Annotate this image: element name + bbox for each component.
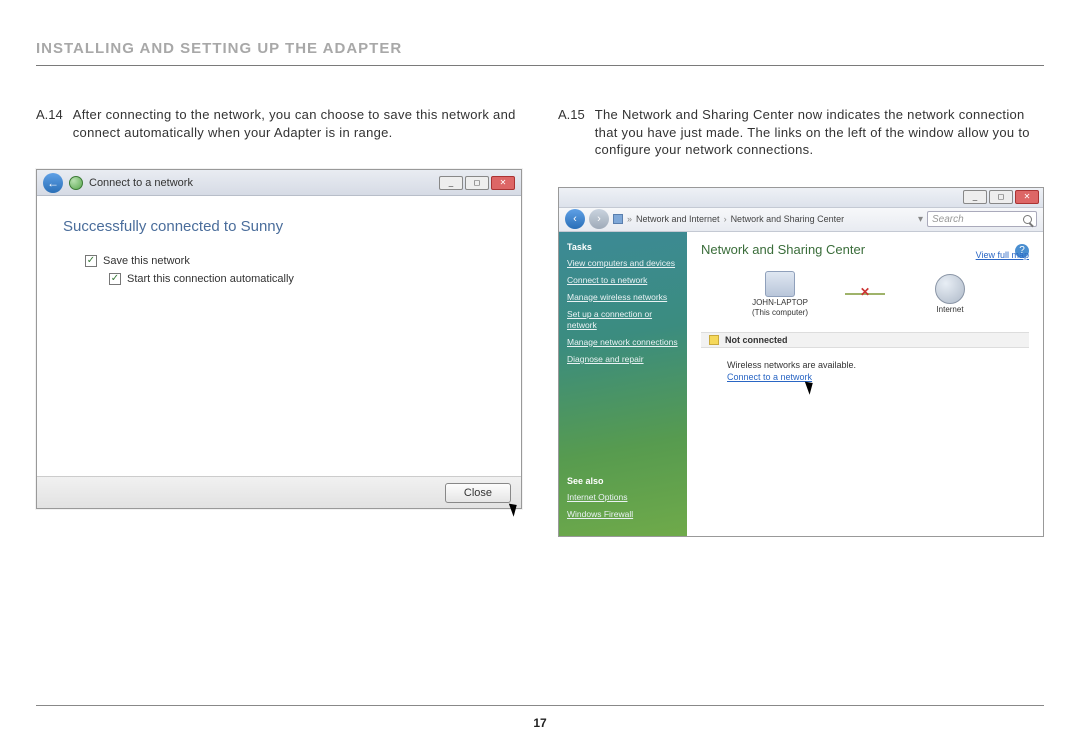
step-text: The Network and Sharing Center now indic… xyxy=(595,106,1044,159)
nav-back-icon[interactable]: ‹ xyxy=(565,209,585,229)
step-number: A.14 xyxy=(36,106,63,141)
connect-network-link[interactable]: Connect to a network xyxy=(727,372,812,382)
node-label: Internet xyxy=(936,306,963,315)
node-computer: JOHN-LAPTOP (This computer) xyxy=(745,271,815,319)
footer-divider xyxy=(36,705,1044,706)
connection-broken-icon xyxy=(845,293,885,295)
nsc-content: ? Network and Sharing Center View full m… xyxy=(687,232,1043,536)
section-title: INSTALLING AND SETTING UP THE ADAPTER xyxy=(36,40,1044,57)
view-full-map-link[interactable]: View full map xyxy=(976,250,1029,260)
sidebar-link[interactable]: Set up a connection or network xyxy=(567,309,679,331)
minimize-icon[interactable]: _ xyxy=(439,176,463,190)
window-title: Connect to a network xyxy=(89,177,193,189)
sidebar-link[interactable]: Diagnose and repair xyxy=(567,354,679,365)
sidebar-link[interactable]: Connect to a network xyxy=(567,275,679,286)
breadcrumb[interactable]: » Network and Internet › Network and Sha… xyxy=(613,214,914,224)
search-icon xyxy=(1023,215,1032,224)
node-label: (This computer) xyxy=(752,309,808,318)
status-text: Not connected xyxy=(725,335,788,345)
status-bar-not-connected: Not connected xyxy=(701,332,1029,348)
checkbox-label: Start this connection automatically xyxy=(127,273,294,285)
step-text: After connecting to the network, you can… xyxy=(73,106,522,141)
warning-icon xyxy=(709,335,719,345)
nav-forward-icon[interactable]: › xyxy=(589,209,609,229)
step-number: A.15 xyxy=(558,106,585,159)
step-a15: A.15 The Network and Sharing Center now … xyxy=(558,106,1044,159)
search-placeholder: Search xyxy=(932,214,964,225)
wireless-available-text: Wireless networks are available. xyxy=(727,360,1029,370)
checkbox-auto-connect[interactable]: ✓ xyxy=(109,273,121,285)
close-icon[interactable]: ✕ xyxy=(1015,190,1039,204)
back-icon[interactable]: ← xyxy=(43,173,63,193)
sidebar-link[interactable]: Windows Firewall xyxy=(567,509,679,520)
window-titlebar: ← Connect to a network _ ◻ ✕ xyxy=(37,170,521,196)
close-icon[interactable]: ✕ xyxy=(491,176,515,190)
sidebar: Tasks View computers and devices Connect… xyxy=(559,232,687,536)
controlpanel-icon xyxy=(613,214,623,224)
breadcrumb-item[interactable]: Network and Sharing Center xyxy=(731,214,845,224)
node-label: JOHN-LAPTOP xyxy=(752,299,808,308)
maximize-icon[interactable]: ◻ xyxy=(989,190,1013,204)
sidebar-head-tasks: Tasks xyxy=(567,242,679,252)
sidebar-link[interactable]: Internet Options xyxy=(567,492,679,503)
minimize-icon[interactable]: _ xyxy=(963,190,987,204)
checkbox-save-network[interactable]: ✓ xyxy=(85,255,97,267)
checkbox-label: Save this network xyxy=(103,255,190,267)
screenshot-connect-window: ← Connect to a network _ ◻ ✕ Successfull… xyxy=(36,169,522,509)
internet-icon xyxy=(935,274,965,304)
search-input[interactable]: Search xyxy=(927,211,1037,227)
sidebar-link[interactable]: Manage wireless networks xyxy=(567,292,679,303)
close-button[interactable]: Close xyxy=(445,483,511,503)
sidebar-link[interactable]: Manage network connections xyxy=(567,337,679,348)
page-number: 17 xyxy=(0,716,1080,730)
breadcrumb-item[interactable]: Network and Internet xyxy=(636,214,720,224)
maximize-icon[interactable]: ◻ xyxy=(465,176,489,190)
node-internet: Internet xyxy=(915,274,985,315)
sidebar-link[interactable]: View computers and devices xyxy=(567,258,679,269)
address-bar: ‹ › » Network and Internet › Network and… xyxy=(559,208,1043,232)
window-titlebar: _ ◻ ✕ xyxy=(559,188,1043,208)
success-message: Successfully connected to Sunny xyxy=(63,218,499,235)
network-icon xyxy=(69,176,83,190)
section-divider xyxy=(36,65,1044,66)
network-map: JOHN-LAPTOP (This computer) Internet xyxy=(701,271,1029,319)
sidebar-head-seealso: See also xyxy=(567,476,679,486)
screenshot-nsc-window: _ ◻ ✕ ‹ › » Network and Internet › Netwo… xyxy=(558,187,1044,537)
computer-icon xyxy=(765,271,795,297)
step-a14: A.14 After connecting to the network, yo… xyxy=(36,106,522,141)
